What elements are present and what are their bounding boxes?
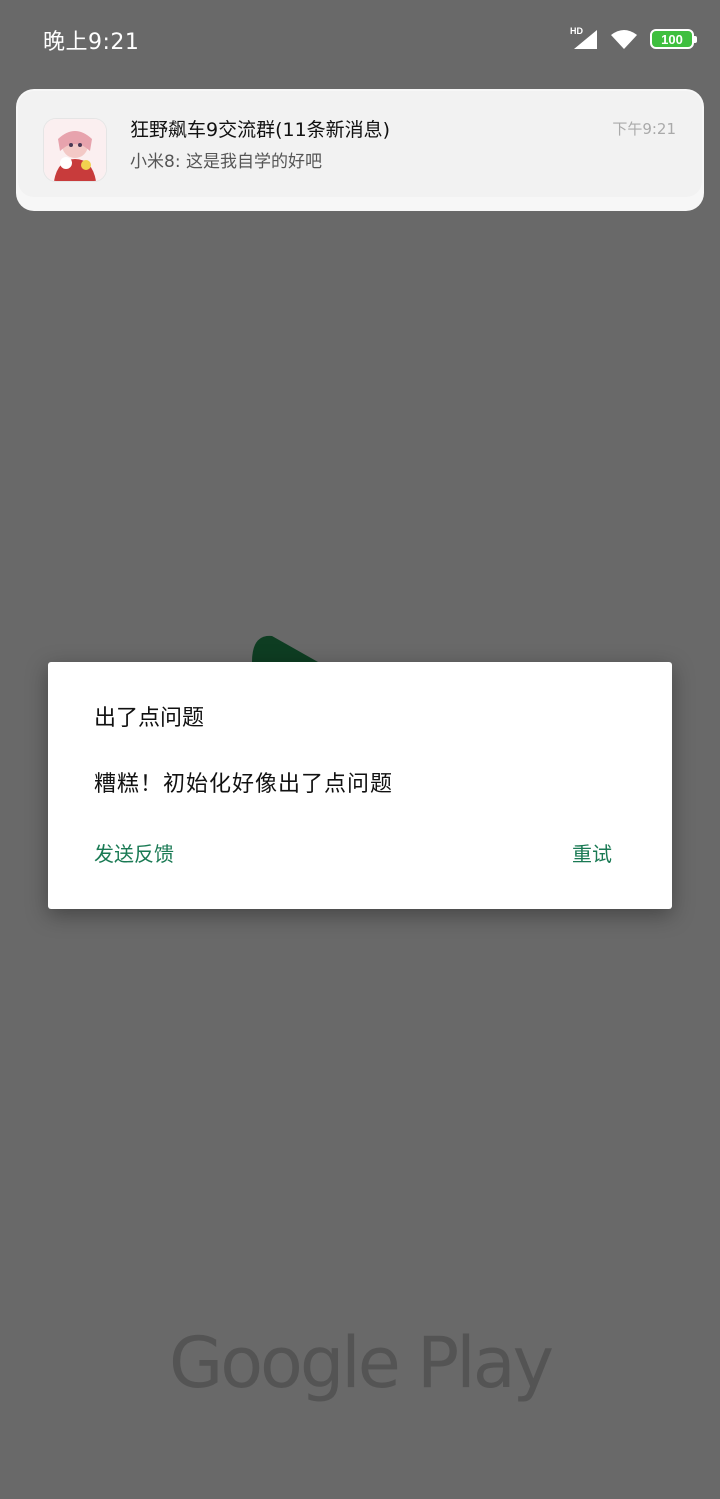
notification-time: 下午9:21 bbox=[612, 120, 676, 138]
status-icons: HD 100 bbox=[570, 26, 697, 52]
battery-icon: 100 bbox=[650, 29, 697, 49]
hd-label: HD bbox=[570, 26, 583, 36]
notification-banner[interactable]: 狂野飙车9交流群(11条新消息) 小米8: 这是我自学的好吧 下午9:21 bbox=[16, 89, 704, 211]
screen: 晚上9:21 HD 100 狂野飙车9交流群(11条新消息) 小米8: 这是我自… bbox=[0, 0, 720, 1499]
dialog-title: 出了点问题 bbox=[94, 706, 205, 731]
status-time: 晚上9:21 bbox=[43, 30, 140, 55]
send-feedback-button[interactable]: 发送反馈 bbox=[94, 838, 174, 867]
status-bar: 晚上9:21 HD 100 bbox=[0, 0, 720, 78]
google-play-wordmark: Google Play bbox=[168, 1322, 554, 1404]
retry-button[interactable]: 重试 bbox=[572, 838, 612, 867]
notification-body: 狂野飙车9交流群(11条新消息) 小米8: 这是我自学的好吧 下午9:21 bbox=[18, 91, 702, 197]
error-dialog: 出了点问题 糟糕！初始化好像出了点问题 发送反馈 重试 bbox=[48, 662, 672, 909]
dialog-message: 糟糕！初始化好像出了点问题 bbox=[94, 772, 394, 797]
wifi-icon bbox=[610, 28, 638, 50]
notification-title: 狂野飙车9交流群(11条新消息) bbox=[130, 119, 391, 141]
notification-message: 小米8: 这是我自学的好吧 bbox=[130, 152, 322, 172]
app-avatar-icon bbox=[44, 119, 106, 181]
battery-level: 100 bbox=[661, 31, 683, 47]
signal-icon: HD bbox=[570, 26, 598, 50]
